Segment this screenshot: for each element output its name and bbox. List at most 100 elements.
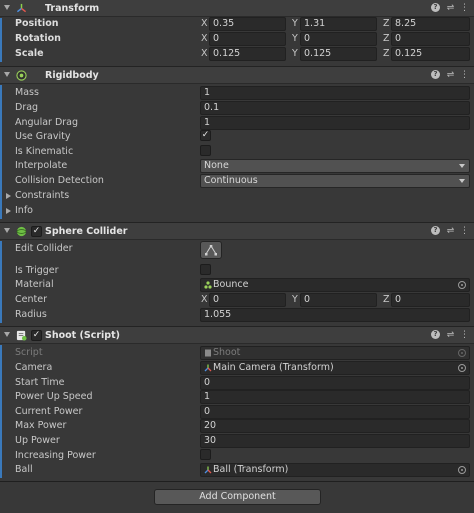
info-foldout[interactable]: Info — [15, 205, 33, 216]
camera-object-field[interactable]: Main Camera (Transform) — [200, 361, 470, 375]
settings-icon[interactable]: ⇌ — [445, 225, 456, 237]
sphere-collider-header[interactable]: ✓ Sphere Collider ? ⇌ ⋮ — [0, 222, 474, 240]
shoot-script-enabled-checkbox[interactable]: ✓ — [31, 330, 42, 341]
transform-header[interactable]: Transform ? ⇌ ⋮ — [0, 0, 474, 17]
component-title: Transform — [45, 3, 100, 14]
up-power-field[interactable]: 30 — [200, 434, 470, 448]
axis-y-label[interactable]: Y — [292, 294, 298, 305]
rotation-z-field[interactable]: 0 — [391, 32, 470, 46]
prefab-override-bar — [0, 85, 2, 219]
foldout-arrow-icon[interactable] — [4, 332, 10, 337]
chevron-right-icon[interactable] — [6, 208, 11, 214]
axis-x-label[interactable]: X — [201, 18, 208, 29]
mass-label: Mass — [15, 87, 39, 98]
sphere-collider-enabled-checkbox[interactable]: ✓ — [31, 226, 42, 237]
camera-value: Main Camera (Transform) — [213, 362, 334, 373]
start-time-field[interactable]: 0 — [200, 376, 470, 390]
foldout-arrow-icon[interactable] — [4, 228, 10, 233]
more-icon[interactable]: ⋮ — [459, 329, 470, 341]
sphere-collider-icon — [16, 226, 27, 237]
axis-y-label[interactable]: Y — [292, 33, 298, 44]
add-component-button[interactable]: Add Component — [154, 489, 321, 505]
help-icon[interactable]: ? — [431, 70, 440, 79]
up-power-label: Up Power — [15, 435, 60, 446]
axis-y-label[interactable]: Y — [292, 18, 298, 29]
chevron-down-icon — [459, 164, 465, 168]
scale-x-field[interactable]: 0.125 — [209, 47, 286, 61]
center-z-field[interactable]: 0 — [391, 293, 470, 307]
mass-field[interactable]: 1 — [200, 86, 470, 100]
constraints-foldout[interactable]: Constraints — [15, 190, 69, 201]
power-up-speed-field[interactable]: 1 — [200, 390, 470, 404]
settings-icon[interactable]: ⇌ — [445, 69, 456, 81]
angular-drag-label: Angular Drag — [15, 117, 79, 128]
current-power-field[interactable]: 0 — [200, 405, 470, 419]
scale-y-field[interactable]: 0.125 — [300, 47, 377, 61]
settings-icon[interactable]: ⇌ — [445, 2, 456, 14]
position-x-field[interactable]: 0.35 — [209, 17, 286, 31]
ball-label: Ball — [15, 464, 33, 475]
help-icon[interactable]: ? — [431, 226, 440, 235]
use-gravity-label: Use Gravity — [15, 131, 71, 142]
center-x-field[interactable]: 0 — [209, 293, 286, 307]
section-divider — [0, 481, 474, 482]
rotation-y-field[interactable]: 0 — [300, 32, 377, 46]
more-icon[interactable]: ⋮ — [459, 69, 470, 81]
radius-field[interactable]: 1.055 — [200, 308, 470, 322]
interpolate-value: None — [204, 160, 229, 171]
foldout-arrow-icon[interactable] — [4, 72, 10, 77]
ball-object-field[interactable]: Ball (Transform) — [200, 463, 470, 477]
component-title: Rigidbody — [45, 70, 99, 81]
edit-collider-button[interactable] — [200, 241, 222, 259]
current-power-label: Current Power — [15, 406, 83, 417]
more-icon[interactable]: ⋮ — [459, 2, 470, 14]
help-icon[interactable]: ? — [431, 3, 440, 12]
prefab-override-bar — [0, 241, 2, 323]
angular-drag-field[interactable]: 1 — [200, 116, 470, 130]
axis-z-label[interactable]: Z — [383, 18, 390, 29]
component-title: Shoot (Script) — [45, 330, 120, 341]
scale-z-field[interactable]: 0.125 — [391, 47, 470, 61]
collision-detection-value: Continuous — [204, 175, 258, 186]
more-icon[interactable]: ⋮ — [459, 225, 470, 237]
prefab-override-bar — [0, 18, 2, 62]
shoot-script-header[interactable]: ✓ Shoot (Script) ? ⇌ ⋮ — [0, 326, 474, 344]
object-picker-icon[interactable] — [458, 281, 466, 289]
increasing-power-checkbox[interactable] — [200, 449, 211, 460]
object-picker-icon[interactable] — [458, 466, 466, 474]
axis-y-label[interactable]: Y — [292, 48, 298, 59]
axis-z-label[interactable]: Z — [383, 294, 390, 305]
axis-z-label[interactable]: Z — [383, 33, 390, 44]
script-file-icon — [205, 349, 211, 357]
interpolate-dropdown[interactable]: None — [200, 159, 470, 173]
settings-icon[interactable]: ⇌ — [445, 329, 456, 341]
is-trigger-checkbox[interactable] — [200, 264, 211, 275]
center-label: Center — [15, 294, 47, 305]
axis-z-label[interactable]: Z — [383, 48, 390, 59]
script-label: Script — [15, 347, 43, 358]
axis-x-label[interactable]: X — [201, 48, 208, 59]
axis-x-label[interactable]: X — [201, 33, 208, 44]
axis-x-label[interactable]: X — [201, 294, 208, 305]
position-z-field[interactable]: 8.25 — [391, 17, 470, 31]
prefab-override-bar — [0, 345, 2, 478]
drag-field[interactable]: 0.1 — [200, 101, 470, 115]
help-icon[interactable]: ? — [431, 330, 440, 339]
collision-detection-dropdown[interactable]: Continuous — [200, 174, 470, 188]
chevron-right-icon[interactable] — [6, 193, 11, 199]
foldout-arrow-icon[interactable] — [4, 5, 10, 10]
material-object-field[interactable]: Bounce — [200, 278, 470, 292]
script-icon — [16, 330, 27, 341]
component-title: Sphere Collider — [45, 226, 128, 237]
rotation-x-field[interactable]: 0 — [209, 32, 286, 46]
object-picker-icon — [458, 349, 466, 357]
increasing-power-label: Increasing Power — [15, 450, 96, 461]
interpolate-label: Interpolate — [15, 160, 68, 171]
is-kinematic-checkbox[interactable] — [200, 145, 211, 156]
position-y-field[interactable]: 1.31 — [300, 17, 377, 31]
object-picker-icon[interactable] — [458, 364, 466, 372]
max-power-field[interactable]: 20 — [200, 419, 470, 433]
rigidbody-header[interactable]: Rigidbody ? ⇌ ⋮ — [0, 66, 474, 84]
center-y-field[interactable]: 0 — [300, 293, 377, 307]
use-gravity-checkbox[interactable]: ✓ — [200, 130, 211, 141]
